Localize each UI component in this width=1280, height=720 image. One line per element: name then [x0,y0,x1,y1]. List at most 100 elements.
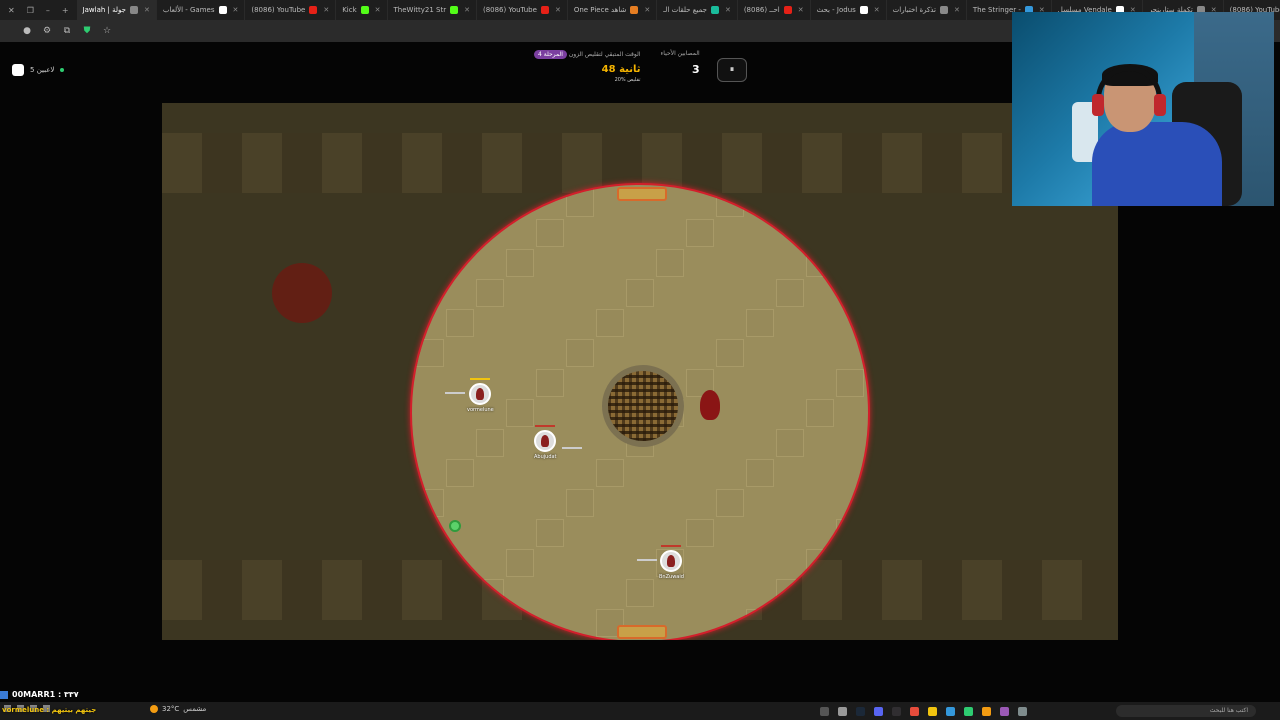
browser-tab[interactable]: One Piece شاهد ✕ [568,0,658,20]
chrome-icon[interactable] [910,706,919,716]
tab-label: Jawlah | جولة [82,6,126,14]
player-abujudat: Abujudat [534,425,582,460]
zone-timer: المرحلة 4 الوقت المتبقي لتقليص الزون 48 … [530,50,640,83]
game-hud: المرحلة 4 الوقت المتبقي لتقليص الزون 48 … [530,50,700,83]
floor-tile [866,189,868,217]
floor-tile [776,429,804,457]
floor-tile [836,519,864,547]
shield-icon[interactable]: ⛊ [82,26,92,36]
floor-tile [866,639,868,640]
floor-tile [656,249,684,277]
tab-close-icon[interactable]: ✕ [725,6,731,14]
headset-ear-right [1154,94,1166,116]
browser-tab[interactable]: الألعاب - Games ✕ [157,0,246,20]
floor-tile [746,609,774,637]
floor-tile [746,459,774,487]
browser-tab[interactable]: تذكرة اختبارات ✕ [887,0,967,20]
stage-badge: المرحلة 4 [534,50,567,59]
steam-icon[interactable] [856,706,865,716]
alive-counter: المصابين الأحياء 3 [660,50,699,76]
browser-tab[interactable]: Kick ✕ [336,0,388,20]
chat-subtitle: vormelune : جيتهم بيتيهم [2,706,97,714]
discord-icon[interactable] [874,706,883,716]
new-tab-icon[interactable]: + [62,6,69,15]
app-icon[interactable] [820,706,829,716]
player-avatar [469,383,492,405]
browser-tab[interactable]: Jawlah | جولة ✕ [76,0,157,20]
app-icon[interactable] [1018,706,1027,716]
browser-tab[interactable]: (8086) YouTube ✕ [245,0,337,20]
edge-icon[interactable] [964,706,973,716]
online-indicator: 5 لاعبين [12,64,65,76]
windows-taskbar: 32°C مشمس اكتب هنا للبحث [0,702,1280,720]
tab-close-icon[interactable]: ✕ [874,6,880,14]
restore-icon[interactable]: ❐ [27,6,34,15]
taskbar-search[interactable]: اكتب هنا للبحث [1116,705,1256,717]
floor-tile [626,579,654,607]
zone-timer-label: الوقت المتبقي لتقليص الزون [568,51,641,58]
tab-close-icon[interactable]: ✕ [644,6,650,14]
floor-tile [716,639,744,640]
obs-icon[interactable] [892,706,901,716]
floor-tile [566,339,594,367]
floor-tile [446,609,474,637]
player-hp-bar [470,378,491,380]
floor-tile [416,489,444,517]
close-window-icon[interactable]: ✕ [8,6,15,15]
floor-tile [566,489,594,517]
gate-top [617,187,667,201]
webcam-overlay [1012,12,1274,206]
game-logo-icon [12,64,24,76]
browser-tab[interactable]: TheWitty21 Str ✕ [388,0,477,20]
tab-close-icon[interactable]: ✕ [144,6,150,14]
alive-count: 3 [692,63,700,76]
floor-tile [416,189,444,217]
floor-tile [476,579,504,607]
tab-close-icon[interactable]: ✕ [954,6,960,14]
floor-tile [596,459,624,487]
settings-icon[interactable] [838,706,847,716]
tab-close-icon[interactable]: ✕ [323,6,329,14]
pause-button[interactable]: ⏸ [717,58,747,82]
knife-icon [637,559,657,561]
floor-tile [806,249,834,277]
tab-close-icon[interactable]: ✕ [555,6,561,14]
tab-close-icon[interactable]: ✕ [798,6,804,14]
folder-icon[interactable] [982,706,991,716]
tab-label: One Piece شاهد [573,6,627,14]
screenshot-icon[interactable]: ⧉ [62,26,72,36]
floor-tile [746,309,774,337]
floor-tile [806,399,834,427]
app-icon[interactable] [1000,706,1009,716]
floor-tile [446,309,474,337]
pinned-apps [820,706,1027,716]
browser-tab[interactable]: جميع حلقات الـ ✕ [657,0,738,20]
weather-widget[interactable]: 32°C مشمس [150,705,206,713]
extensions-icon[interactable]: ⚙ [42,26,52,36]
gate-bottom [617,625,667,639]
chrome-icon[interactable] [928,706,937,716]
star-icon[interactable]: ☆ [102,26,112,36]
player-name: vormelune [467,407,494,413]
close-icon[interactable]: ● [22,26,32,36]
tab-close-icon[interactable]: ✕ [464,6,470,14]
floor-tile [866,489,868,517]
store-icon[interactable] [946,706,955,716]
minimize-icon[interactable]: – [46,6,50,15]
tab-close-icon[interactable]: ✕ [375,6,381,14]
game-arena[interactable]: vormelune Abujudat BnZuwaid [162,103,1118,640]
headset-ear-left [1092,94,1104,116]
blood-splatter [272,263,332,323]
health-pickup-icon[interactable] [449,520,461,532]
floor-tile [566,189,594,217]
tab-close-icon[interactable]: ✕ [233,6,239,14]
safe-zone-circle: vormelune Abujudat BnZuwaid [410,183,870,640]
tab-label: (8086) YouTube [482,6,537,14]
browser-tab[interactable]: بحث - Jodus ✕ [811,0,887,20]
floor-tile [716,339,744,367]
sun-icon [150,705,158,713]
browser-tab[interactable]: (8086) YouTube ✕ [477,0,568,20]
browser-tab[interactable]: (8086) احــ ✕ [738,0,811,20]
tab-label: (8086) احــ [743,6,780,14]
floor-tile [446,459,474,487]
